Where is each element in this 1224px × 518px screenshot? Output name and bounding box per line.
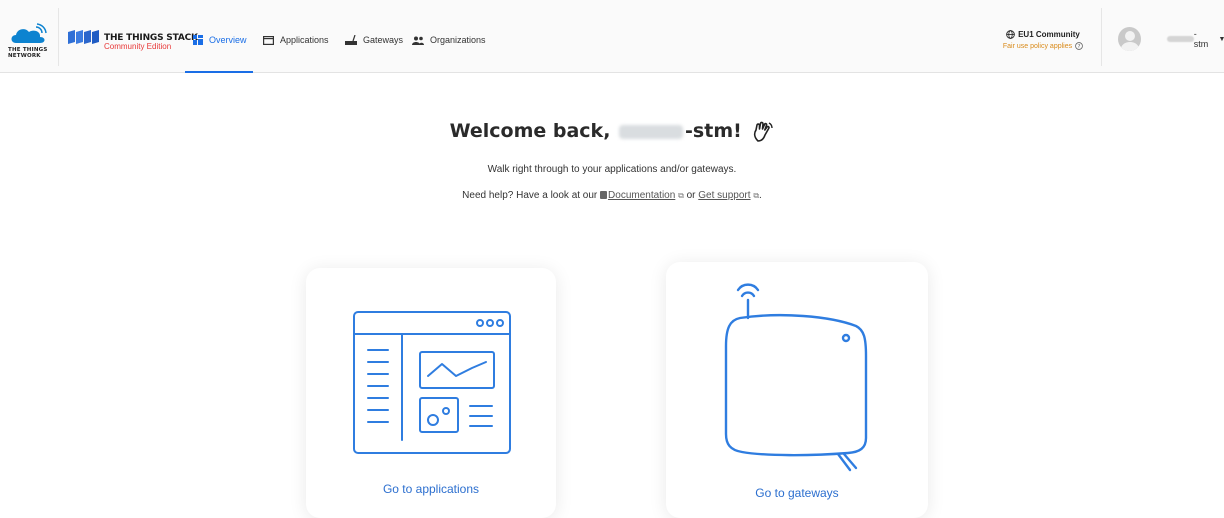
nav-applications-label: Applications: [280, 35, 329, 45]
book-icon: [600, 191, 608, 199]
overview-icon: [193, 35, 203, 45]
user-menu[interactable]: -stm ▼: [1118, 27, 1224, 51]
nav-applications[interactable]: Applications: [263, 30, 329, 50]
go-to-gateways-label: Go to gateways: [755, 486, 839, 500]
help-or: or: [686, 190, 696, 201]
go-to-gateways-card[interactable]: Go to gateways: [666, 262, 928, 518]
documentation-link[interactable]: Documentation: [608, 190, 675, 201]
gateway-icon: [345, 35, 357, 45]
help-prefix: Need help? Have a look at our: [462, 190, 598, 201]
fair-use-note: Fair use policy applies: [1002, 42, 1073, 50]
gateway-illustration-icon: [724, 283, 868, 472]
caret-down-icon: ▼: [1218, 35, 1224, 43]
organization-icon: [412, 36, 424, 45]
application-icon: [263, 35, 274, 45]
get-support-link[interactable]: Get support: [698, 190, 750, 201]
welcome-subtitle: Walk right through to your applications …: [487, 164, 737, 175]
nav-organizations-label: Organizations: [430, 35, 486, 45]
welcome-heading: Welcome back, -stm!: [0, 120, 1224, 143]
ttn-logo-text: THE THINGS NETWORK: [8, 47, 48, 59]
go-to-applications-card[interactable]: Go to applications: [306, 268, 556, 518]
help-circle-icon[interactable]: ?: [1075, 42, 1083, 50]
the-things-stack-logo-icon: [68, 30, 99, 44]
username-suffix: -stm: [1193, 29, 1209, 49]
welcome-prefix: Welcome back,: [449, 120, 611, 142]
go-to-applications-label: Go to applications: [382, 482, 480, 496]
top-navigation-bar: THE THINGS NETWORK THE THINGS STACK Comm…: [0, 0, 1224, 73]
nav-overview-label: Overview: [209, 35, 247, 45]
application-illustration-icon: [353, 311, 511, 454]
header-divider: [1101, 8, 1102, 66]
nav-overview[interactable]: Overview: [193, 30, 247, 50]
globe-icon: [1006, 30, 1015, 39]
active-tab-indicator: [185, 71, 253, 73]
cluster-name: EU1 Community: [1018, 30, 1080, 39]
brand-subtitle: Community Edition: [104, 42, 172, 51]
redacted-username: [1166, 36, 1194, 42]
the-things-network-logo[interactable]: THE THINGS NETWORK: [6, 23, 54, 63]
redacted-username: [619, 124, 684, 139]
svg-text:?: ?: [1078, 44, 1081, 50]
cloud-icon: [11, 23, 47, 43]
nav-organizations[interactable]: Organizations: [412, 30, 486, 50]
cluster-selector[interactable]: EU1 Community Fair use policy applies ?: [1000, 30, 1086, 50]
nav-gateways[interactable]: Gateways: [345, 30, 403, 50]
header-divider: [58, 8, 59, 66]
avatar: [1118, 27, 1141, 51]
nav-gateways-label: Gateways: [363, 35, 404, 45]
external-link-icon: ⧉: [678, 191, 684, 200]
waving-hand-icon: [754, 121, 774, 142]
help-end: .: [759, 190, 762, 201]
help-line: Need help? Have a look at our Documentat…: [0, 190, 1224, 201]
welcome-suffix: -stm!: [685, 120, 742, 142]
